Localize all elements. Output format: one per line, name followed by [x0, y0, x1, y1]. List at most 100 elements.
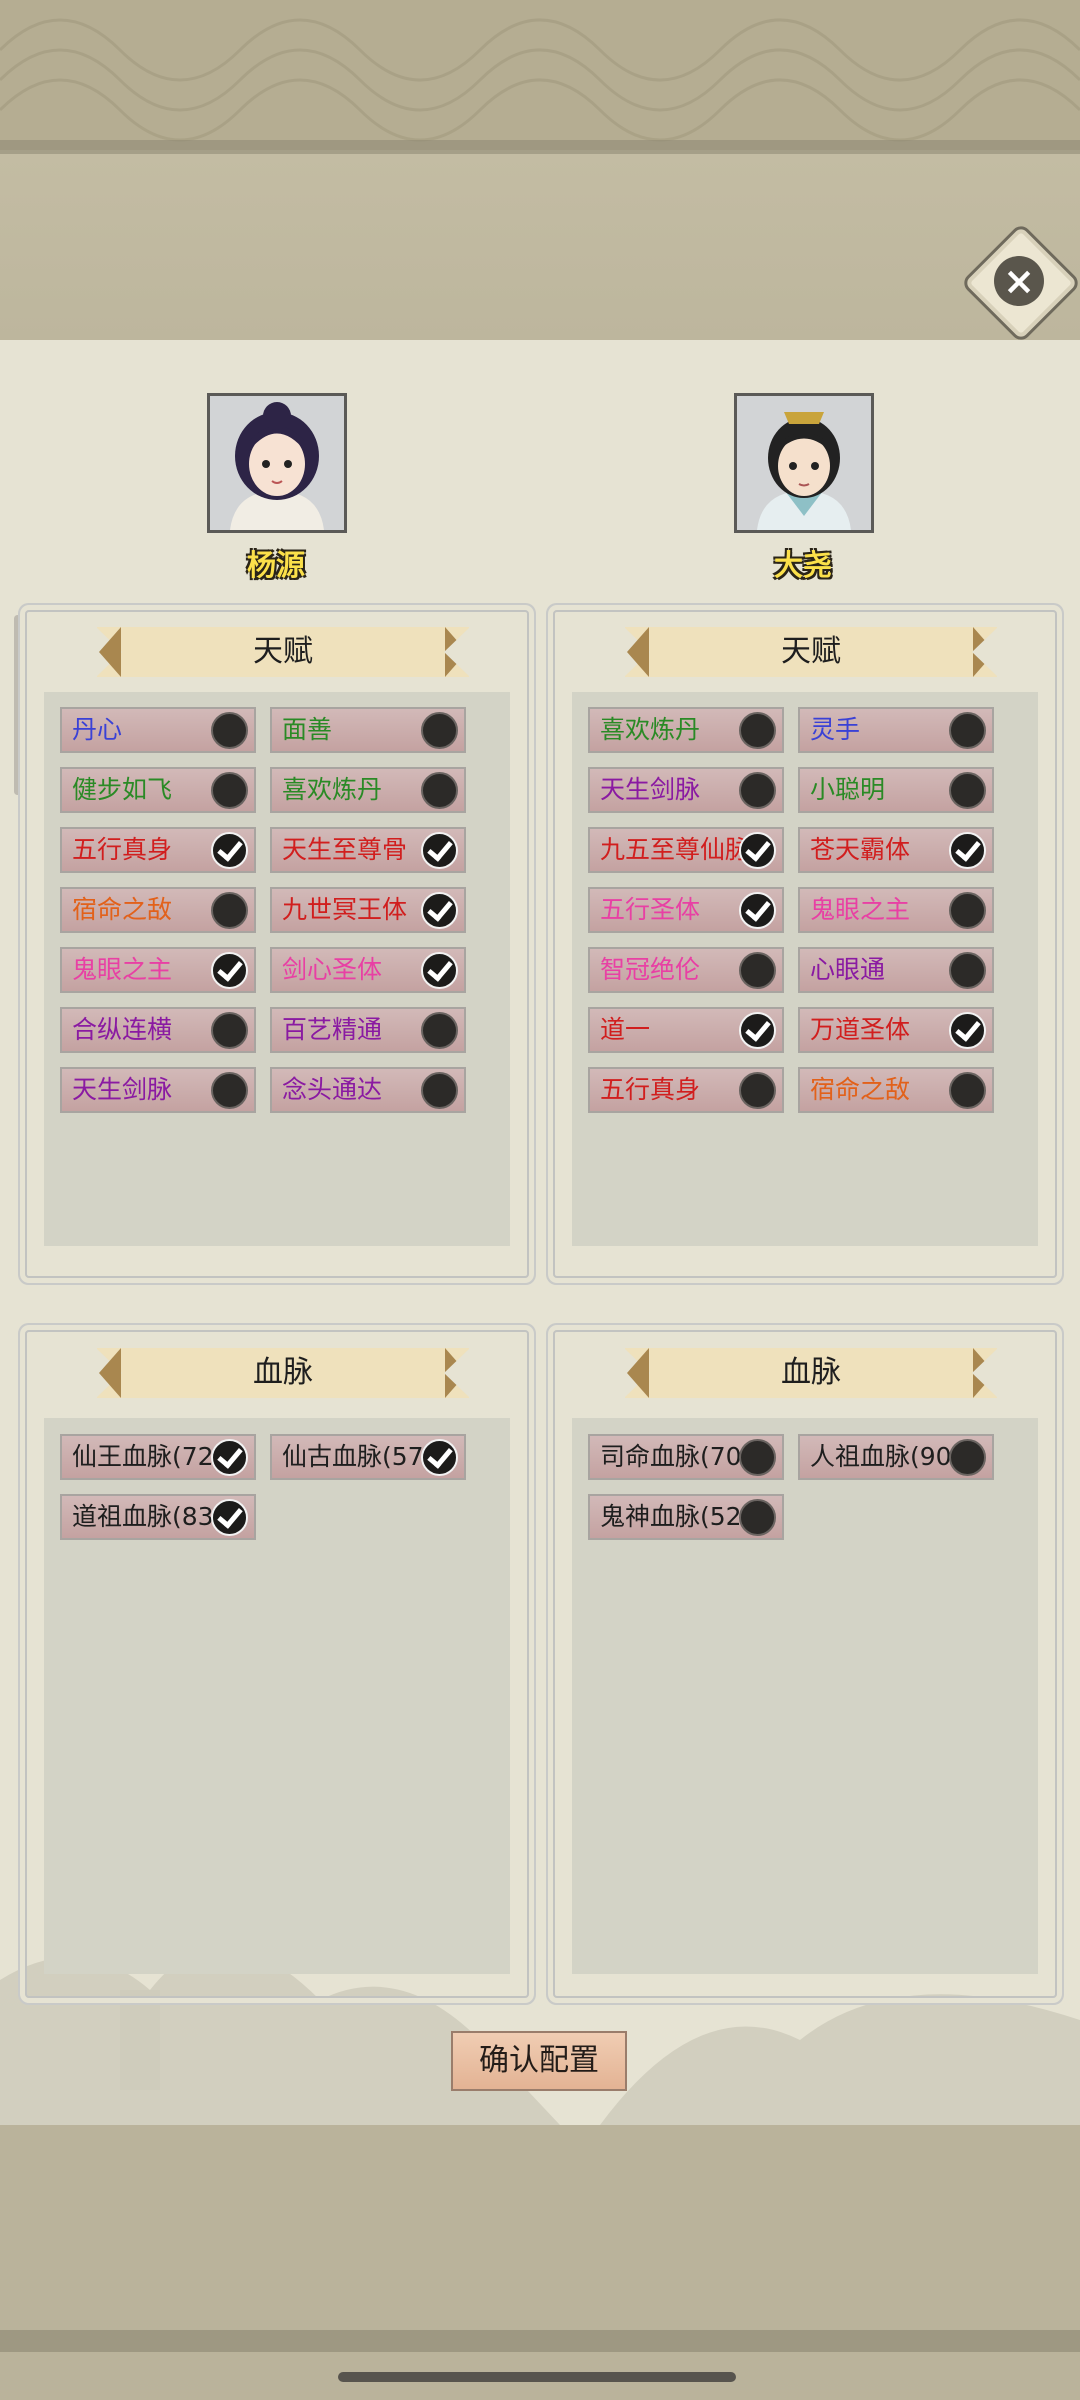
talent-chip[interactable]: 苍天霸体 [798, 827, 994, 873]
unchecked-circle-icon[interactable] [739, 1072, 776, 1109]
talent-chip[interactable]: 万道圣体 [798, 1007, 994, 1053]
unchecked-circle-icon[interactable] [739, 712, 776, 749]
bloodline-chip[interactable]: 司命血脉(70) [588, 1434, 784, 1480]
next-arrow-icon[interactable] [973, 627, 995, 677]
bloodline-title: 血脉 [781, 1355, 841, 1390]
next-arrow-icon[interactable] [445, 627, 467, 677]
unchecked-circle-icon[interactable] [421, 712, 458, 749]
next-arrow-icon[interactable] [973, 1348, 995, 1398]
talent-chip[interactable]: 喜欢炼丹 [270, 767, 466, 813]
bloodline-section-right: 血脉 [553, 1330, 1057, 1998]
unchecked-circle-icon[interactable] [421, 1072, 458, 1109]
bloodline-label: 仙王血脉(72) [72, 1442, 224, 1471]
talent-chip[interactable]: 天生至尊骨 [270, 827, 466, 873]
talent-chip[interactable]: 宿命之敌 [60, 887, 256, 933]
checkmark-icon[interactable] [211, 1499, 248, 1536]
talent-chip[interactable]: 智冠绝伦 [588, 947, 784, 993]
talent-chip[interactable]: 五行真身 [60, 827, 256, 873]
talent-chip[interactable]: 小聪明 [798, 767, 994, 813]
unchecked-circle-icon[interactable] [211, 892, 248, 929]
unchecked-circle-icon[interactable] [949, 712, 986, 749]
avatar-left[interactable] [207, 393, 347, 533]
unchecked-circle-icon[interactable] [211, 772, 248, 809]
checkmark-icon[interactable] [739, 832, 776, 869]
checkmark-icon[interactable] [739, 1012, 776, 1049]
talent-chip[interactable]: 鬼眼之主 [798, 887, 994, 933]
talent-chip[interactable]: 剑心圣体 [270, 947, 466, 993]
home-indicator[interactable] [338, 2372, 736, 2382]
talent-chip[interactable]: 天生剑脉 [588, 767, 784, 813]
talent-label: 天生至尊骨 [282, 835, 408, 864]
talent-chip[interactable]: 健步如飞 [60, 767, 256, 813]
bloodline-title: 血脉 [253, 1355, 313, 1390]
confirm-config-button[interactable]: 确认配置 [451, 2031, 627, 2091]
unchecked-circle-icon[interactable] [211, 1012, 248, 1049]
checkmark-icon[interactable] [421, 892, 458, 929]
talent-label: 九五至尊仙脉 [600, 835, 751, 864]
unchecked-circle-icon[interactable] [421, 772, 458, 809]
unchecked-circle-icon[interactable] [949, 772, 986, 809]
unchecked-circle-icon[interactable] [949, 892, 986, 929]
talent-chip[interactable]: 鬼眼之主 [60, 947, 256, 993]
unchecked-circle-icon[interactable] [421, 1012, 458, 1049]
talent-label: 灵手 [810, 715, 861, 744]
checkmark-icon[interactable] [211, 952, 248, 989]
talent-title: 天赋 [253, 634, 313, 669]
talent-chip[interactable]: 丹心 [60, 707, 256, 753]
talent-chip[interactable]: 灵手 [798, 707, 994, 753]
unchecked-circle-icon[interactable] [949, 1072, 986, 1109]
unchecked-circle-icon[interactable] [949, 1439, 986, 1476]
talent-label: 丹心 [72, 715, 123, 744]
talent-label: 百艺精通 [282, 1015, 383, 1044]
talent-chip[interactable]: 合纵连横 [60, 1007, 256, 1053]
unchecked-circle-icon[interactable] [949, 952, 986, 989]
talent-chip[interactable]: 宿命之敌 [798, 1067, 994, 1113]
checkmark-icon[interactable] [421, 832, 458, 869]
talent-chip[interactable]: 心眼通 [798, 947, 994, 993]
bloodline-chip[interactable]: 人祖血脉(90) [798, 1434, 994, 1480]
checkmark-icon[interactable] [949, 1012, 986, 1049]
talent-chip[interactable]: 百艺精通 [270, 1007, 466, 1053]
talent-banner-left: 天赋 [96, 627, 470, 677]
unchecked-circle-icon[interactable] [211, 712, 248, 749]
top-torn-edge [0, 140, 1080, 154]
talent-label: 宿命之敌 [72, 895, 173, 924]
close-icon[interactable]: × [994, 256, 1044, 306]
talent-chip[interactable]: 九五至尊仙脉 [588, 827, 784, 873]
talent-label: 五行真身 [600, 1075, 701, 1104]
bloodline-banner-right: 血脉 [624, 1348, 998, 1398]
bloodline-chip[interactable]: 仙王血脉(72) [60, 1434, 256, 1480]
unchecked-circle-icon[interactable] [739, 952, 776, 989]
avatar-right[interactable] [734, 393, 874, 533]
talent-label: 念头通达 [282, 1075, 383, 1104]
next-arrow-icon[interactable] [445, 1348, 467, 1398]
unchecked-circle-icon[interactable] [739, 772, 776, 809]
talent-chip[interactable]: 面善 [270, 707, 466, 753]
talent-label: 智冠绝伦 [600, 955, 701, 984]
talent-chip[interactable]: 喜欢炼丹 [588, 707, 784, 753]
bloodline-label: 人祖血脉(90) [810, 1442, 962, 1471]
character-name-right: 大尧 [773, 548, 832, 582]
bloodline-chip[interactable]: 仙古血脉(57) [270, 1434, 466, 1480]
talent-chip[interactable]: 念头通达 [270, 1067, 466, 1113]
bloodline-chip[interactable]: 鬼神血脉(52) [588, 1494, 784, 1540]
talent-label: 鬼眼之主 [72, 955, 173, 984]
checkmark-icon[interactable] [211, 1439, 248, 1476]
checkmark-icon[interactable] [421, 952, 458, 989]
talent-label: 健步如飞 [72, 775, 173, 804]
checkmark-icon[interactable] [211, 832, 248, 869]
talent-chip[interactable]: 五行圣体 [588, 887, 784, 933]
checkmark-icon[interactable] [949, 832, 986, 869]
unchecked-circle-icon[interactable] [211, 1072, 248, 1109]
talent-chip[interactable]: 天生剑脉 [60, 1067, 256, 1113]
talent-label: 喜欢炼丹 [600, 715, 701, 744]
talent-chip[interactable]: 九世冥王体 [270, 887, 466, 933]
checkmark-icon[interactable] [421, 1439, 458, 1476]
checkmark-icon[interactable] [739, 892, 776, 929]
talent-chip[interactable]: 道一 [588, 1007, 784, 1053]
talent-chip[interactable]: 五行真身 [588, 1067, 784, 1113]
scrollbar-thumb[interactable] [14, 615, 21, 795]
unchecked-circle-icon[interactable] [739, 1499, 776, 1536]
unchecked-circle-icon[interactable] [739, 1439, 776, 1476]
bloodline-chip[interactable]: 道祖血脉(83) [60, 1494, 256, 1540]
